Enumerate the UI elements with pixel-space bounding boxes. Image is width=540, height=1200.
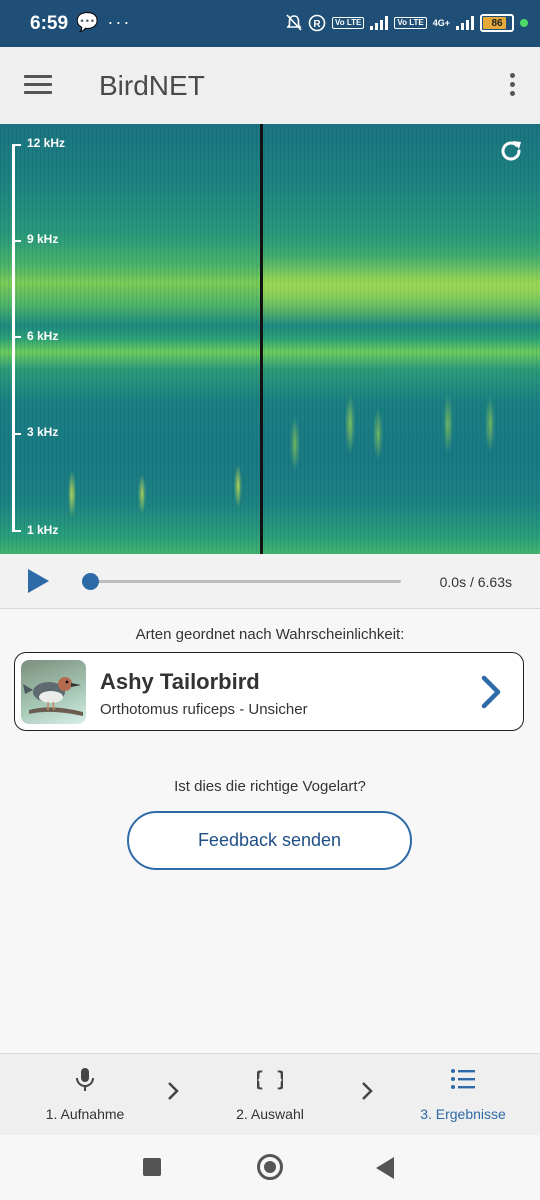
frequency-axis xyxy=(12,144,15,532)
status-time: 6:59 xyxy=(30,13,69,34)
signal-icon-2 xyxy=(456,16,474,30)
list-icon xyxy=(451,1069,475,1089)
axis-label-3khz: 3 kHz xyxy=(27,425,59,439)
time-readout: 0.0s / 6.63s xyxy=(439,574,512,590)
network-type: 4G+ xyxy=(432,18,450,28)
svg-text:R: R xyxy=(313,19,321,30)
bird-common-name: Ashy Tailorbird xyxy=(100,669,260,694)
microphone-icon xyxy=(76,1068,94,1091)
more-vertical-icon[interactable] xyxy=(508,73,516,99)
chevron-right-icon[interactable] xyxy=(479,675,503,709)
back-button[interactable] xyxy=(375,1156,395,1180)
volte-icon: Vo LTE xyxy=(331,17,365,29)
privacy-dot xyxy=(520,19,528,27)
battery-level: 86 xyxy=(491,17,503,29)
nav-item-auswahl[interactable]: { } 2. Auswahl xyxy=(185,1054,355,1136)
seek-bar[interactable] xyxy=(90,580,401,583)
signal-icon xyxy=(370,16,389,30)
chevron-right-icon xyxy=(168,1082,179,1100)
axis-label-6khz: 6 kHz xyxy=(27,329,59,343)
nav-item-ergebnisse[interactable]: 3. Ergebnisse xyxy=(378,1054,540,1136)
recent-apps-button[interactable] xyxy=(143,1158,161,1176)
bird-photo xyxy=(21,660,86,724)
axis-label-9khz: 9 kHz xyxy=(27,232,59,246)
spectrogram[interactable]: 12 kHz 9 kHz 6 kHz 3 kHz 1 kHz xyxy=(0,124,540,554)
app-title: BirdNET xyxy=(99,70,205,101)
hamburger-menu-icon[interactable] xyxy=(24,75,52,97)
status-right-icons: R Vo LTE Vo LTE 4G+ 86 xyxy=(286,14,528,32)
nav-label-auswahl: 2. Auswahl xyxy=(236,1106,304,1122)
roaming-icon: R xyxy=(308,14,326,32)
bird-scientific-name: Orthotomus ruficeps - Unsicher xyxy=(100,701,308,718)
seek-thumb[interactable] xyxy=(82,573,99,590)
chevron-right-icon xyxy=(362,1082,373,1100)
axis-label-12khz: 12 kHz xyxy=(27,136,66,150)
status-bar: 6:59 💬 ··· R Vo LTE Vo LTE 4G+ 86 xyxy=(0,0,540,47)
app-bar: BirdNET xyxy=(0,47,540,124)
results-heading: Arten geordnet nach Wahrscheinlichkeit: xyxy=(135,626,405,643)
nav-item-aufnahme[interactable]: 1. Aufnahme xyxy=(0,1054,170,1136)
axis-label-1khz: 1 kHz xyxy=(27,523,59,537)
system-navigation-bar xyxy=(0,1135,540,1200)
audio-player: 0.0s / 6.63s xyxy=(0,554,540,609)
play-icon[interactable] xyxy=(26,568,50,594)
feedback-button[interactable]: Feedback senden xyxy=(127,811,412,870)
result-card[interactable]: Ashy Tailorbird Orthotomus ruficeps - Un… xyxy=(14,652,524,731)
braces-icon: { } xyxy=(257,1067,283,1091)
battery-icon: 86 xyxy=(480,14,514,32)
nav-label-aufnahme: 1. Aufnahme xyxy=(45,1106,125,1122)
nav-label-ergebnisse: 3. Ergebnisse xyxy=(420,1106,506,1122)
volte-icon-2: Vo LTE xyxy=(394,17,427,29)
home-button[interactable] xyxy=(257,1154,283,1180)
playhead-line[interactable] xyxy=(260,124,263,554)
bell-muted-icon xyxy=(286,14,302,31)
svg-text:{ }: { } xyxy=(257,1067,283,1091)
refresh-icon[interactable] xyxy=(498,138,524,164)
bottom-navigation: 1. Aufnahme { } 2. Auswahl 3. Ergebnisse xyxy=(0,1053,540,1136)
feedback-question: Ist dies die richtige Vogelart? xyxy=(174,778,366,795)
notification-icons: 💬 ··· xyxy=(76,12,132,32)
